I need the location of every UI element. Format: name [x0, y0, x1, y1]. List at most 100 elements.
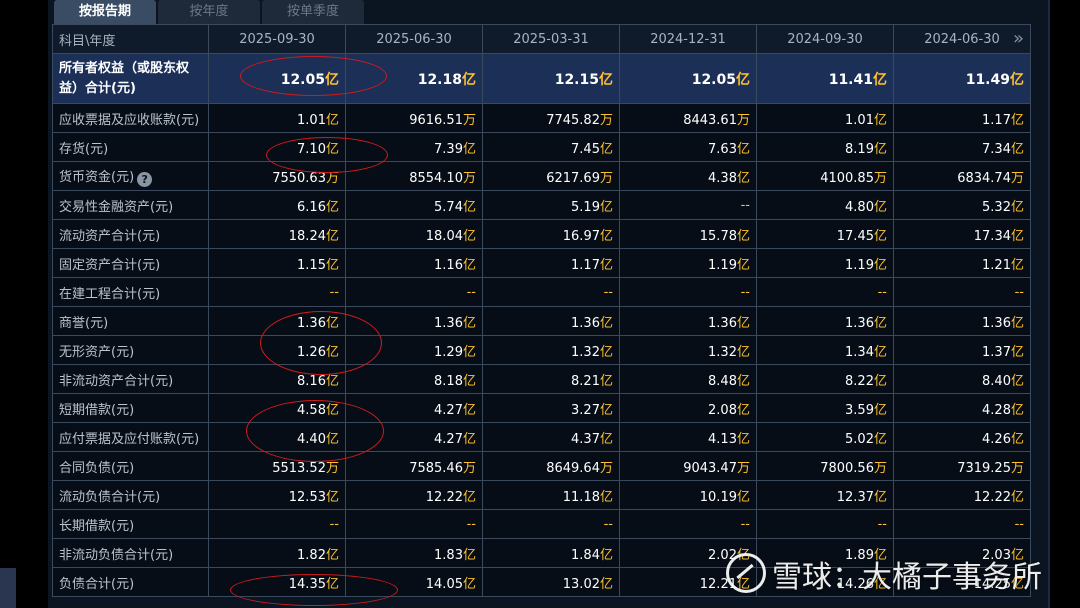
table-cell: 12.37亿 [756, 480, 894, 510]
cell-value: 15.78 [699, 228, 737, 244]
cell-empty-dash: -- [740, 197, 750, 213]
cell-value: 2.08 [708, 402, 737, 418]
cell-value: 1.36 [708, 315, 737, 331]
tab-by-report-period[interactable]: 按报告期 [54, 0, 156, 24]
table-cell: 7.63亿 [619, 132, 757, 162]
cell-unit: 亿 [873, 344, 887, 360]
xueqiu-logo-icon [726, 553, 766, 593]
table-cell: 8.40亿 [893, 364, 1031, 394]
cell-value: 1.01 [845, 112, 874, 128]
cell-empty-dash: -- [877, 516, 887, 532]
cell-empty-dash: -- [740, 284, 750, 300]
table-cell: 12.15亿 [482, 53, 620, 104]
table-cell: 9616.51万 [345, 103, 483, 133]
table-cell: 7800.56万 [756, 451, 894, 481]
tab-by-year[interactable]: 按年度 [158, 0, 260, 24]
help-icon[interactable]: ? [137, 171, 153, 187]
cell-value: 5.74 [434, 199, 463, 215]
table-cell: 12.05亿 [619, 53, 757, 104]
cell-unit: 亿 [1010, 431, 1024, 447]
row-label-text: 所有者权益（或股东权益）合计(元) [59, 60, 190, 96]
cell-value: 7800.56 [820, 460, 874, 476]
table-cell: 6834.74万 [893, 161, 1031, 191]
table-cell: 7550.63万 [208, 161, 346, 191]
table-header-row: 科目\年度 2025-09-30 2025-06-30 2025-03-31 2… [52, 24, 1031, 54]
cell-empty-dash: -- [740, 516, 750, 532]
column-header-text: 2024-06-30 [924, 31, 1000, 47]
chevron-double-right-icon[interactable]: » [1013, 28, 1024, 49]
table-cell: 7.45亿 [482, 132, 620, 162]
table-cell: 8.21亿 [482, 364, 620, 394]
row-label: 货币资金(元)? [52, 161, 209, 191]
cell-unit: 亿 [325, 547, 339, 563]
cell-unit: 万 [1010, 460, 1024, 476]
panel-border [1048, 0, 1050, 608]
cell-value: 6217.69 [546, 170, 600, 186]
table-cell: 1.84亿 [482, 538, 620, 568]
cell-unit: 亿 [873, 431, 887, 447]
table-cell: 3.27亿 [482, 393, 620, 423]
table-cell: 4.28亿 [893, 393, 1031, 423]
cell-unit: 亿 [599, 576, 613, 592]
cell-value: 4.40 [297, 431, 326, 447]
cell-unit: 亿 [1010, 257, 1024, 273]
cell-value: 1.36 [982, 315, 1011, 331]
cell-value: 1.19 [845, 257, 874, 273]
cell-unit: 亿 [325, 344, 339, 360]
cell-value: 7585.46 [409, 460, 463, 476]
column-header: 2024-12-31 [619, 24, 757, 54]
cell-value: 4.27 [434, 402, 463, 418]
cell-value: 12.37 [836, 489, 874, 505]
cell-unit: 亿 [599, 344, 613, 360]
cell-unit: 亿 [736, 257, 750, 273]
table-cell: 1.36亿 [482, 306, 620, 336]
table-cell: 5.02亿 [756, 422, 894, 452]
table-cell: -- [893, 509, 1031, 539]
cell-unit: 亿 [462, 344, 476, 360]
row-label: 负债合计(元) [52, 567, 209, 597]
cell-value: 1.36 [297, 315, 326, 331]
header-label: 科目\年度 [52, 24, 209, 54]
table-cell: 7.10亿 [208, 132, 346, 162]
table-cell: 17.45亿 [756, 219, 894, 249]
cell-unit: 亿 [736, 170, 750, 186]
cell-unit: 亿 [325, 71, 339, 88]
cell-unit: 亿 [736, 431, 750, 447]
cell-value: 1.36 [845, 315, 874, 331]
table-cell: 11.41亿 [756, 53, 894, 104]
table-cell: 8443.61万 [619, 103, 757, 133]
table-cell: 11.18亿 [482, 480, 620, 510]
cell-unit: 万 [736, 460, 750, 476]
table-row: 流动资产合计(元) 18.24亿 18.04亿 16.97亿 15.78亿 17.45亿 1… [52, 219, 1031, 249]
cell-value: 12.22 [973, 489, 1011, 505]
cell-unit: 亿 [325, 228, 339, 244]
cell-value: 12.18 [417, 71, 462, 88]
cell-empty-dash: -- [603, 284, 613, 300]
cell-value: 1.32 [708, 344, 737, 360]
table-cell: -- [619, 509, 757, 539]
cell-value: 9043.47 [683, 460, 737, 476]
row-label-text: 非流动负债合计(元) [59, 547, 174, 563]
table-cell: 1.01亿 [756, 103, 894, 133]
cell-unit: 万 [873, 170, 887, 186]
cell-unit: 亿 [462, 141, 476, 157]
cell-value: 4.27 [434, 431, 463, 447]
tab-by-quarter[interactable]: 按单季度 [262, 0, 364, 24]
table-cell: 1.19亿 [619, 248, 757, 278]
table-cell: 8649.64万 [482, 451, 620, 481]
table-cell: 7.34亿 [893, 132, 1031, 162]
column-header: 2025-09-30 [208, 24, 346, 54]
table-row: 应付票据及应付账款(元) 4.40亿 4.27亿 4.37亿 4.13亿 5.02亿 4.2… [52, 422, 1031, 452]
table-cell: 1.37亿 [893, 335, 1031, 365]
row-label: 存货(元) [52, 132, 209, 162]
cell-value: 4100.85 [820, 170, 874, 186]
cell-empty-dash: -- [1014, 516, 1024, 532]
table-cell: -- [345, 277, 483, 307]
row-label: 所有者权益（或股东权益）合计(元) [52, 53, 209, 104]
cell-value: 4.28 [982, 402, 1011, 418]
cell-value: 8.48 [708, 373, 737, 389]
table-cell: 1.34亿 [756, 335, 894, 365]
cell-unit: 亿 [1010, 373, 1024, 389]
table-cell: 1.15亿 [208, 248, 346, 278]
cell-value: 4.26 [982, 431, 1011, 447]
